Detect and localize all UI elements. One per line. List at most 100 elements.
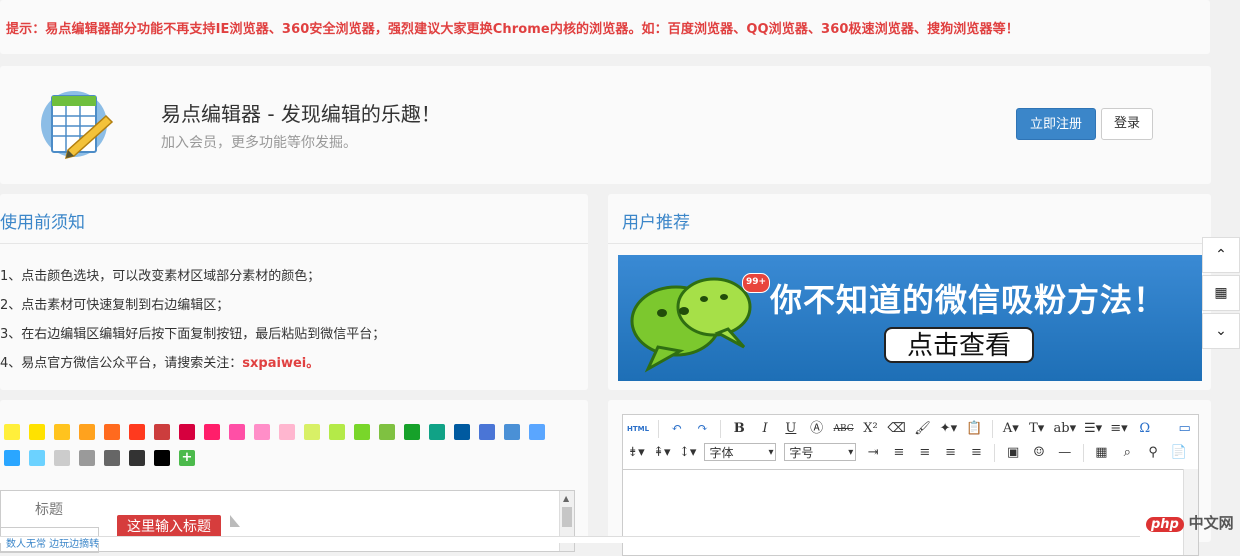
search-icon[interactable]: ⌕	[1118, 443, 1136, 463]
color-swatch[interactable]	[54, 424, 70, 440]
paragraph-align-icon[interactable]: ⇞▾	[653, 443, 671, 463]
side-toolbar: ⌃ ▦ ⌄	[1202, 237, 1240, 351]
paste-text-icon[interactable]: 📄	[1170, 443, 1188, 463]
color-swatch[interactable]	[104, 450, 120, 466]
color-swatch[interactable]	[54, 450, 70, 466]
banner-headline: 你不知道的微信吸粉方法！	[770, 281, 1167, 319]
editor-panel: HTML ↶ ↷ B I U Ⓐ ABC X² ⌫ 🖌 ✦▾ 📋 A▾ T▾ a…	[608, 400, 1211, 556]
color-swatch[interactable]	[129, 450, 145, 466]
font-family-select[interactable]: 字体	[704, 443, 777, 462]
align-justify-icon[interactable]: ≡	[967, 443, 985, 463]
color-swatch[interactable]	[279, 424, 295, 440]
hero-subtitle: 加入会员，更多功能等你发掘。	[161, 135, 357, 151]
undo-icon[interactable]: ↶	[668, 419, 686, 439]
color-swatch[interactable]	[179, 424, 195, 440]
toolbar-row-1: HTML ↶ ↷ B I U Ⓐ ABC X² ⌫ 🖌 ✦▾ 📋 A▾ T▾ a…	[627, 419, 1198, 443]
emoji-icon[interactable]: ☺	[1030, 443, 1048, 463]
note-item: 2、点击素材可快速复制到右边编辑区；	[0, 298, 230, 313]
color-swatch[interactable]	[504, 424, 520, 440]
notes-list: 1、点击颜色选块，可以改变素材区域部分素材的颜色； 2、点击素材可快速复制到右边…	[0, 265, 385, 381]
background-color-icon[interactable]: ab▾	[1054, 419, 1077, 439]
add-color-icon[interactable]: +	[179, 450, 195, 466]
image-icon[interactable]: ▣	[1004, 443, 1022, 463]
magic-wand-icon[interactable]: ✦▾	[939, 419, 957, 439]
align-left-icon[interactable]: ≡	[890, 443, 908, 463]
color-swatch[interactable]	[479, 424, 495, 440]
recommend-banner[interactable]: 99+ 你不知道的微信吸粉方法！ 点击查看	[618, 255, 1202, 381]
format-painter-icon[interactable]: 🖌	[914, 419, 932, 439]
italic-icon[interactable]: I	[756, 419, 774, 439]
color-swatch[interactable]	[229, 424, 245, 440]
recommend-panel: 用户推荐 99+ 你不知道的微信吸粉方法！ 点击查看	[608, 194, 1211, 390]
superscript-icon[interactable]: X²	[862, 419, 880, 439]
qr-code-icon[interactable]: ▦	[1202, 275, 1240, 311]
php-cn-watermark: php 中文网	[1146, 512, 1234, 533]
toolbar-separator	[994, 444, 996, 462]
strikethrough-icon[interactable]: ABC	[834, 419, 854, 439]
bold-icon[interactable]: B	[730, 419, 748, 439]
title-input-sample[interactable]: 这里输入标题	[117, 515, 221, 537]
color-swatch[interactable]	[29, 450, 45, 466]
color-swatch[interactable]	[154, 450, 170, 466]
title-sample-tail	[230, 515, 240, 527]
find-replace-icon[interactable]: ⚲	[1144, 443, 1162, 463]
table-icon[interactable]: ▦	[1092, 443, 1110, 463]
color-swatch[interactable]	[529, 424, 545, 440]
chevron-up-icon[interactable]: ⌃	[1202, 237, 1240, 273]
color-swatch[interactable]	[79, 424, 95, 440]
color-swatch[interactable]	[329, 424, 345, 440]
banner-view-button[interactable]: 点击查看	[884, 327, 1034, 363]
line-height-icon[interactable]: ↕▾	[679, 443, 697, 463]
paragraph-spacing-icon[interactable]: ⇟▾	[627, 443, 645, 463]
color-swatch[interactable]	[104, 424, 120, 440]
font-border-icon[interactable]: Ⓐ	[808, 419, 826, 439]
color-swatch[interactable]	[204, 424, 220, 440]
color-swatch[interactable]	[454, 424, 470, 440]
color-swatch[interactable]	[429, 424, 445, 440]
font-color-icon[interactable]: A▾	[1002, 419, 1020, 439]
browser-notice: 提示：易点编辑器部分功能不再支持IE浏览器、360安全浏览器，强烈建议大家更换C…	[6, 22, 1019, 37]
toolbar-separator	[720, 420, 722, 438]
footer-link[interactable]: 数人无常 边玩边摘转	[6, 535, 99, 550]
ordered-list-icon[interactable]: ☰▾	[1084, 419, 1102, 439]
align-right-icon[interactable]: ≡	[942, 443, 960, 463]
notes-header: 使用前须知	[0, 194, 588, 244]
register-button[interactable]: 立即注册	[1016, 108, 1096, 140]
notes-panel: 使用前须知 1、点击颜色选块，可以改变素材区域部分素材的颜色； 2、点击素材可快…	[0, 194, 588, 390]
color-swatch[interactable]	[354, 424, 370, 440]
scroll-up-icon[interactable]: ▲	[563, 494, 569, 503]
color-swatch[interactable]	[4, 450, 20, 466]
paste-icon[interactable]: 📋	[965, 419, 983, 439]
preview-icon[interactable]: ▭	[1176, 419, 1194, 439]
font-size-select[interactable]: 字号	[784, 443, 857, 462]
underline-icon[interactable]: U	[782, 419, 800, 439]
color-swatch[interactable]	[379, 424, 395, 440]
note-item-text: 4、易点官方微信公众平台，请搜索关注：	[0, 356, 243, 371]
color-swatch[interactable]	[79, 450, 95, 466]
note-item: 3、在右边编辑区编辑好后按下面复制按钮，最后粘贴到微信平台；	[0, 327, 386, 342]
indent-icon[interactable]: ⇥	[864, 443, 882, 463]
color-swatch[interactable]	[404, 424, 420, 440]
hero-title: 易点编辑器 - 发现编辑的乐趣！	[161, 102, 441, 126]
color-swatch[interactable]	[4, 424, 20, 440]
login-button[interactable]: 登录	[1101, 108, 1153, 140]
redo-icon[interactable]: ↷	[694, 419, 712, 439]
color-swatch[interactable]	[29, 424, 45, 440]
chevron-down-icon[interactable]: ⌄	[1202, 313, 1240, 349]
color-swatch[interactable]	[304, 424, 320, 440]
note-item: 1、点击颜色选块，可以改变素材区域部分素材的颜色；	[0, 269, 321, 284]
scroll-thumb[interactable]	[562, 507, 572, 527]
text-style-icon[interactable]: T▾	[1028, 419, 1046, 439]
special-char-icon[interactable]: Ω	[1136, 419, 1154, 439]
hero-panel: 易点编辑器 - 发现编辑的乐趣！ 加入会员，更多功能等你发掘。 立即注册 登录	[0, 66, 1211, 184]
unordered-list-icon[interactable]: ≡▾	[1110, 419, 1128, 439]
align-center-icon[interactable]: ≡	[916, 443, 934, 463]
color-swatch[interactable]	[129, 424, 145, 440]
color-swatch[interactable]	[154, 424, 170, 440]
html-source-icon[interactable]: HTML	[627, 419, 649, 439]
eraser-icon[interactable]: ⌫	[887, 419, 905, 439]
notification-badge: 99+	[742, 273, 770, 293]
horizontal-rule-icon[interactable]: —	[1056, 443, 1074, 463]
color-swatch[interactable]	[254, 424, 270, 440]
rich-text-editor: HTML ↶ ↷ B I U Ⓐ ABC X² ⌫ 🖌 ✦▾ 📋 A▾ T▾ a…	[622, 414, 1199, 556]
